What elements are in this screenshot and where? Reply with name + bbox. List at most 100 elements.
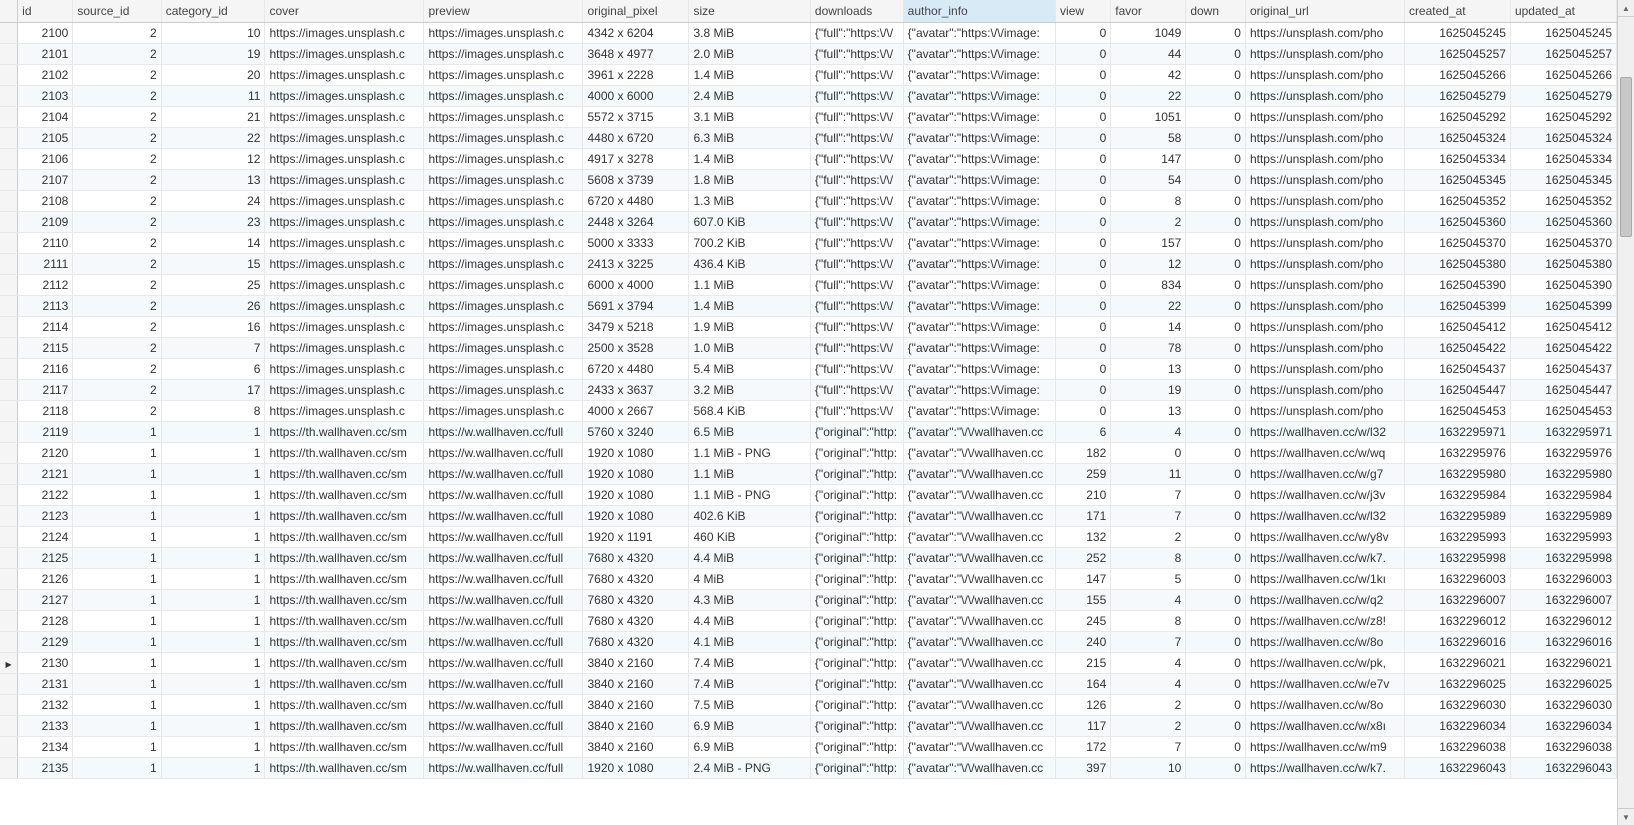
cell-down[interactable]: 0 xyxy=(1186,85,1246,106)
cell-preview[interactable]: https://w.wallhaven.cc/full xyxy=(424,673,583,694)
table-row[interactable]: 211828https://images.unsplash.chttps://i… xyxy=(0,400,1617,421)
cell-original_url[interactable]: https://unsplash.com/pho xyxy=(1245,43,1404,64)
cell-id[interactable]: 2120 xyxy=(18,442,73,463)
cell-size[interactable]: 3.8 MiB xyxy=(689,22,810,43)
cell-updated_at[interactable]: 1625045412 xyxy=(1510,316,1616,337)
cell-created_at[interactable]: 1632296021 xyxy=(1404,652,1510,673)
cell-favor[interactable]: 11 xyxy=(1111,463,1186,484)
cell-view[interactable]: 397 xyxy=(1056,757,1111,778)
cell-view[interactable]: 0 xyxy=(1056,253,1111,274)
cell-author_info[interactable]: {"avatar":"https:\/\/image: xyxy=(903,148,1055,169)
cell-id[interactable]: 2129 xyxy=(18,631,73,652)
cell-original_url[interactable]: https://unsplash.com/pho xyxy=(1245,358,1404,379)
cell-preview[interactable]: https://w.wallhaven.cc/full xyxy=(424,568,583,589)
cell-preview[interactable]: https://images.unsplash.c xyxy=(424,337,583,358)
cell-preview[interactable]: https://w.wallhaven.cc/full xyxy=(424,484,583,505)
cell-preview[interactable]: https://w.wallhaven.cc/full xyxy=(424,610,583,631)
cell-size[interactable]: 7.5 MiB xyxy=(689,694,810,715)
scroll-thumb[interactable] xyxy=(1620,77,1632,237)
cell-down[interactable]: 0 xyxy=(1186,757,1246,778)
cell-source_id[interactable]: 2 xyxy=(73,400,161,421)
cell-updated_at[interactable]: 1625045370 xyxy=(1510,232,1616,253)
cell-size[interactable]: 700.2 KiB xyxy=(689,232,810,253)
cell-downloads[interactable]: {"full":"https:\/\/ xyxy=(810,22,903,43)
cell-category_id[interactable]: 1 xyxy=(161,610,265,631)
cell-downloads[interactable]: {"full":"https:\/\/ xyxy=(810,85,903,106)
cell-view[interactable]: 0 xyxy=(1056,190,1111,211)
cell-source_id[interactable]: 2 xyxy=(73,316,161,337)
cell-source_id[interactable]: 2 xyxy=(73,253,161,274)
cell-view[interactable]: 0 xyxy=(1056,274,1111,295)
cell-updated_at[interactable]: 1632295989 xyxy=(1510,505,1616,526)
cell-down[interactable]: 0 xyxy=(1186,253,1246,274)
cell-original_url[interactable]: https://wallhaven.cc/w/q2 xyxy=(1245,589,1404,610)
cell-original_url[interactable]: https://wallhaven.cc/w/m9 xyxy=(1245,736,1404,757)
cell-original_url[interactable]: https://unsplash.com/pho xyxy=(1245,64,1404,85)
cell-id[interactable]: 2102 xyxy=(18,64,73,85)
cell-favor[interactable]: 4 xyxy=(1111,589,1186,610)
cell-updated_at[interactable]: 1625045245 xyxy=(1510,22,1616,43)
cell-down[interactable]: 0 xyxy=(1186,463,1246,484)
cell-original_pixel[interactable]: 2413 x 3225 xyxy=(583,253,689,274)
cell-updated_at[interactable]: 1632295980 xyxy=(1510,463,1616,484)
cell-updated_at[interactable]: 1632296012 xyxy=(1510,610,1616,631)
cell-favor[interactable]: 2 xyxy=(1111,694,1186,715)
cell-downloads[interactable]: {"full":"https:\/\/ xyxy=(810,253,903,274)
cell-view[interactable]: 0 xyxy=(1056,106,1111,127)
cell-id[interactable]: 2112 xyxy=(18,274,73,295)
cell-author_info[interactable]: {"avatar":"\/\/wallhaven.cc xyxy=(903,673,1055,694)
cell-source_id[interactable]: 2 xyxy=(73,43,161,64)
table-row[interactable]: 212011https://th.wallhaven.cc/smhttps://… xyxy=(0,442,1617,463)
cell-cover[interactable]: https://images.unsplash.c xyxy=(265,337,424,358)
cell-view[interactable]: 172 xyxy=(1056,736,1111,757)
cell-category_id[interactable]: 13 xyxy=(161,169,265,190)
table-row[interactable]: 213211https://th.wallhaven.cc/smhttps://… xyxy=(0,694,1617,715)
cell-original_pixel[interactable]: 3648 x 4977 xyxy=(583,43,689,64)
cell-id[interactable]: 2107 xyxy=(18,169,73,190)
cell-author_info[interactable]: {"avatar":"\/\/wallhaven.cc xyxy=(903,652,1055,673)
cell-downloads[interactable]: {"original":"http: xyxy=(810,652,903,673)
cell-cover[interactable]: https://images.unsplash.c xyxy=(265,316,424,337)
cell-updated_at[interactable]: 1625045324 xyxy=(1510,127,1616,148)
table-row[interactable]: 2103211https://images.unsplash.chttps://… xyxy=(0,85,1617,106)
cell-original_url[interactable]: https://unsplash.com/pho xyxy=(1245,211,1404,232)
cell-id[interactable]: 2133 xyxy=(18,715,73,736)
cell-downloads[interactable]: {"original":"http: xyxy=(810,484,903,505)
cell-down[interactable]: 0 xyxy=(1186,694,1246,715)
cell-size[interactable]: 3.2 MiB xyxy=(689,379,810,400)
cell-id[interactable]: 2123 xyxy=(18,505,73,526)
cell-created_at[interactable]: 1625045345 xyxy=(1404,169,1510,190)
cell-updated_at[interactable]: 1625045334 xyxy=(1510,148,1616,169)
cell-down[interactable]: 0 xyxy=(1186,274,1246,295)
cell-downloads[interactable]: {"full":"https:\/\/ xyxy=(810,295,903,316)
cell-source_id[interactable]: 1 xyxy=(73,421,161,442)
cell-down[interactable]: 0 xyxy=(1186,148,1246,169)
cell-original_pixel[interactable]: 7680 x 4320 xyxy=(583,589,689,610)
cell-size[interactable]: 607.0 KiB xyxy=(689,211,810,232)
cell-favor[interactable]: 78 xyxy=(1111,337,1186,358)
cell-category_id[interactable]: 1 xyxy=(161,652,265,673)
cell-down[interactable]: 0 xyxy=(1186,169,1246,190)
cell-down[interactable]: 0 xyxy=(1186,526,1246,547)
cell-author_info[interactable]: {"avatar":"https:\/\/image: xyxy=(903,232,1055,253)
cell-author_info[interactable]: {"avatar":"https:\/\/image: xyxy=(903,127,1055,148)
scroll-track[interactable] xyxy=(1618,17,1634,808)
cell-created_at[interactable]: 1632295976 xyxy=(1404,442,1510,463)
cell-id[interactable]: 2109 xyxy=(18,211,73,232)
cell-cover[interactable]: https://th.wallhaven.cc/sm xyxy=(265,631,424,652)
cell-downloads[interactable]: {"original":"http: xyxy=(810,526,903,547)
cell-down[interactable]: 0 xyxy=(1186,610,1246,631)
cell-preview[interactable]: https://w.wallhaven.cc/full xyxy=(424,526,583,547)
cell-view[interactable]: 0 xyxy=(1056,337,1111,358)
table-row[interactable]: 2101219https://images.unsplash.chttps://… xyxy=(0,43,1617,64)
cell-source_id[interactable]: 1 xyxy=(73,463,161,484)
cell-downloads[interactable]: {"full":"https:\/\/ xyxy=(810,169,903,190)
table-row[interactable]: 212111https://th.wallhaven.cc/smhttps://… xyxy=(0,463,1617,484)
row-handle[interactable] xyxy=(0,421,18,442)
cell-original_pixel[interactable]: 3840 x 2160 xyxy=(583,694,689,715)
cell-preview[interactable]: https://images.unsplash.c xyxy=(424,190,583,211)
cell-id[interactable]: 2106 xyxy=(18,148,73,169)
row-handle[interactable] xyxy=(0,169,18,190)
cell-original_pixel[interactable]: 5000 x 3333 xyxy=(583,232,689,253)
table-row[interactable]: 2117217https://images.unsplash.chttps://… xyxy=(0,379,1617,400)
